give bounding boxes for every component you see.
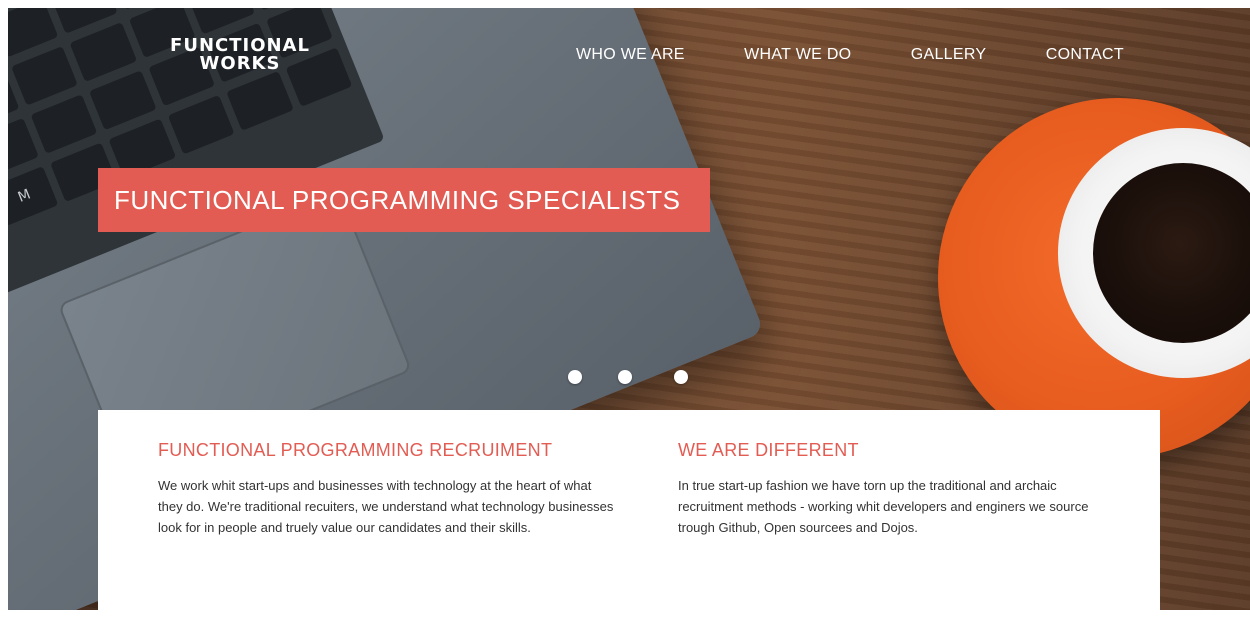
slider-dot-3[interactable]: [674, 370, 688, 384]
key: [167, 94, 235, 155]
site-header: FUNCTIONAL WORKS WHO WE ARE WHAT WE DO G…: [150, 18, 1130, 92]
nav-gallery[interactable]: GALLERY: [905, 38, 993, 72]
logo-text: FUNCTIONAL WORKS: [170, 35, 310, 74]
right-body: In true start-up fashion we have torn up…: [678, 478, 1089, 535]
right-heading: WE ARE DIFFERENT: [678, 440, 859, 460]
key: [69, 22, 137, 83]
nav-who-we-are[interactable]: WHO WE ARE: [570, 38, 691, 72]
nav-label: GALLERY: [910, 46, 987, 63]
hero-title: FUNCTIONAL PROGRAMMING SPECIALISTS: [114, 184, 681, 215]
site-logo[interactable]: FUNCTIONAL WORKS: [150, 29, 330, 81]
primary-nav: WHO WE ARE WHAT WE DO GALLERY CONTACT: [570, 27, 1130, 83]
nav-label: WHO WE ARE: [576, 46, 685, 63]
left-heading: FUNCTIONAL PROGRAMMING RECRUIMENT: [158, 440, 553, 460]
slider-dot-2[interactable]: [618, 370, 632, 384]
key: [10, 46, 78, 106]
slider-dot-1[interactable]: [568, 370, 582, 384]
key: M: [8, 166, 58, 227]
left-body: We work whit start-ups and businesses wi…: [158, 478, 614, 535]
content-right-column: WE ARE DIFFERENT In true start-up fashio…: [678, 440, 1108, 538]
key: [30, 94, 98, 155]
nav-what-we-do[interactable]: WHAT WE DO: [738, 38, 857, 72]
content-left-column: FUNCTIONAL PROGRAMMING RECRUIMENT We wor…: [158, 440, 618, 538]
page-canvas: H N: [0, 0, 1250, 625]
nav-label: CONTACT: [1045, 46, 1124, 63]
hero-slider-dots: [490, 320, 750, 402]
hero-title-banner: FUNCTIONAL PROGRAMMING SPECIALISTS: [98, 168, 710, 232]
nav-label: WHAT WE DO: [744, 46, 852, 63]
nav-contact[interactable]: CONTACT: [1040, 38, 1130, 72]
key: [88, 70, 157, 131]
content-section: FUNCTIONAL PROGRAMMING RECRUIMENT We wor…: [98, 410, 1160, 615]
